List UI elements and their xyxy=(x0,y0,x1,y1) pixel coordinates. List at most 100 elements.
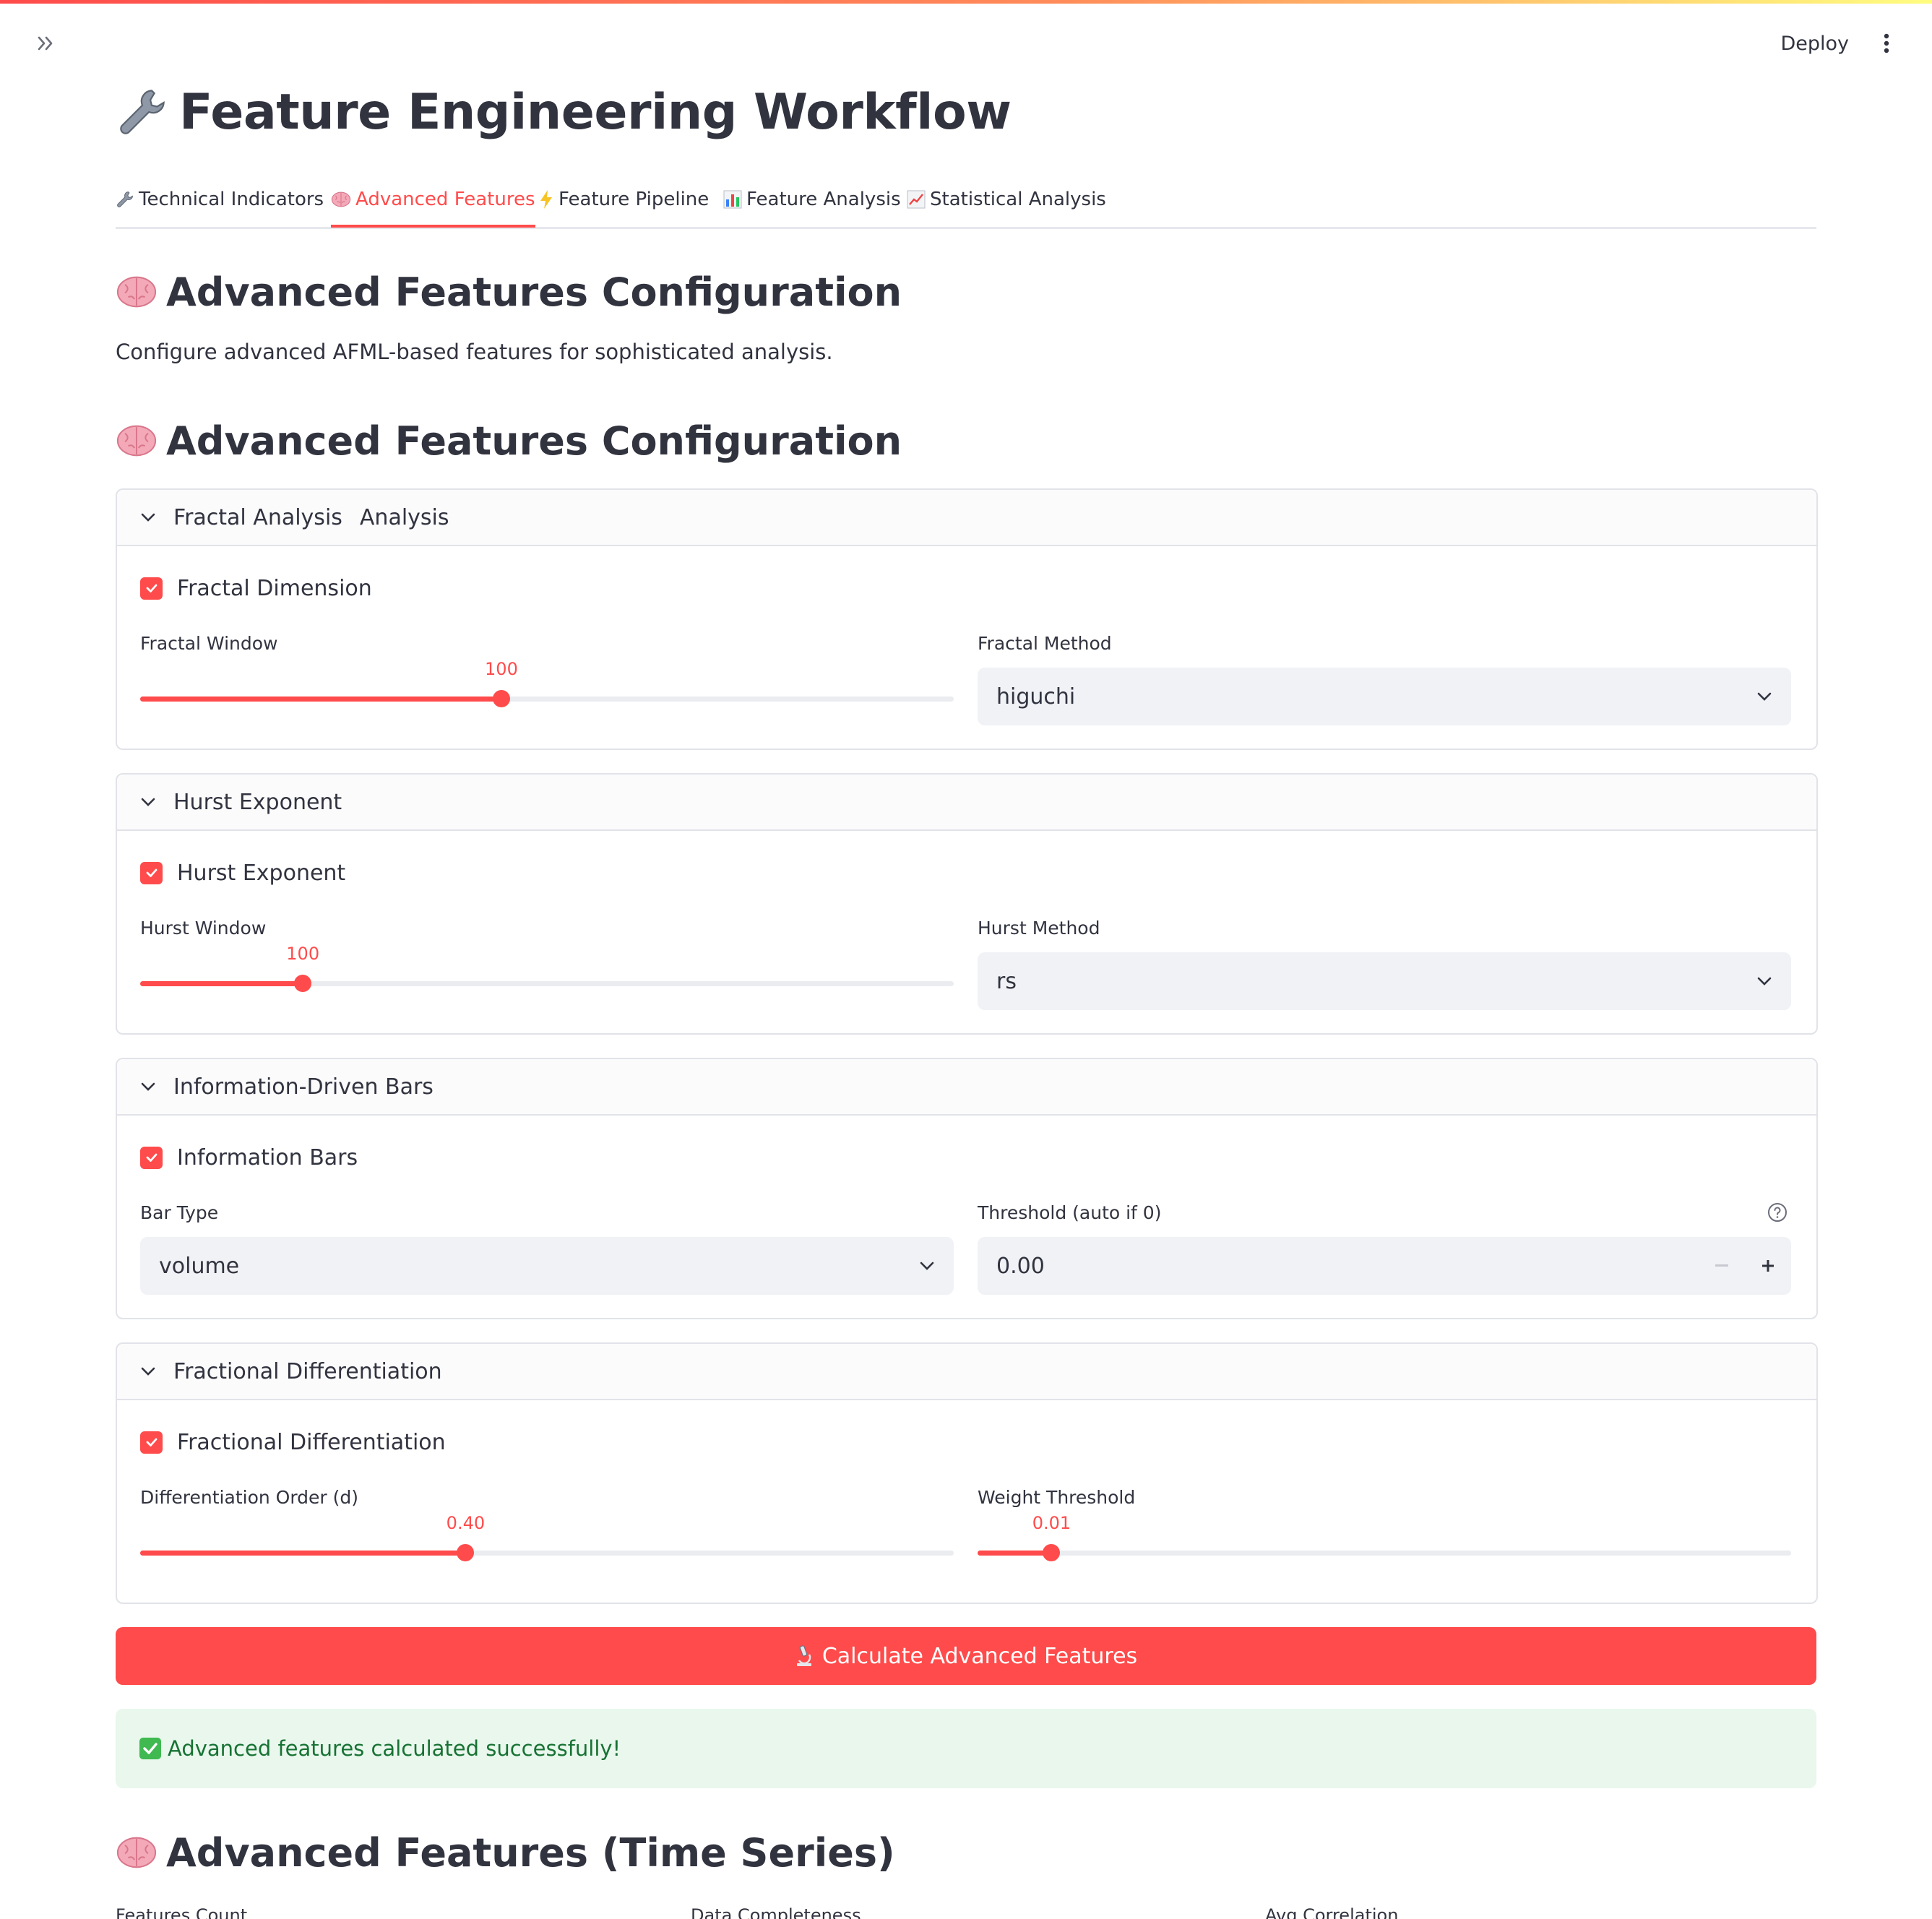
double-chevron-right-icon xyxy=(38,36,53,51)
section-heading: Advanced Features Configuration xyxy=(116,263,902,321)
bar-chart-icon xyxy=(723,190,742,209)
fractal-window-label: Fractal Window xyxy=(140,633,278,654)
expander-header[interactable]: Fractal Analysis Analysis xyxy=(117,490,1816,546)
chevron-down-icon xyxy=(141,798,155,806)
success-message: Advanced features calculated successfull… xyxy=(168,1736,621,1761)
increment-button[interactable] xyxy=(1745,1237,1791,1295)
button-label: Calculate Advanced Features xyxy=(821,1643,1138,1669)
brain-icon xyxy=(116,1837,157,1868)
hurst-method-label: Hurst Method xyxy=(978,918,1100,939)
wrench-icon xyxy=(117,191,133,207)
information-bars-checkbox[interactable]: Information Bars xyxy=(140,1143,358,1172)
checkbox-label: Hurst Exponent xyxy=(177,860,346,886)
slider-fill xyxy=(140,1551,466,1556)
fractal-method-label: Fractal Method xyxy=(978,633,1112,654)
check-mark-icon xyxy=(139,1738,161,1759)
slider-thumb[interactable] xyxy=(457,1544,475,1561)
chevron-down-icon xyxy=(1757,692,1772,701)
tab-label: Technical Indicators xyxy=(139,189,324,210)
hurst-window-slider[interactable]: 100 xyxy=(140,944,954,997)
expander-title: Information-Driven Bars xyxy=(173,1074,434,1100)
chart-up-icon xyxy=(907,190,926,209)
fractal-dimension-checkbox[interactable]: Fractal Dimension xyxy=(140,574,372,603)
expander-title: Fractional Differentiation xyxy=(173,1358,442,1384)
section-heading-text: Advanced Features Configuration xyxy=(166,269,902,315)
differentiation-order-slider[interactable]: 0.40 xyxy=(140,1513,954,1566)
microscope-icon xyxy=(796,1645,811,1666)
slider-track xyxy=(978,1551,1791,1556)
bar-type-label: Bar Type xyxy=(140,1202,219,1223)
slider-thumb[interactable] xyxy=(492,690,510,707)
slider-value: 0.01 xyxy=(1032,1513,1071,1533)
brain-icon xyxy=(116,276,157,308)
tab-bar: Technical Indicators Advanced Features F… xyxy=(116,173,1816,229)
hurst-exponent-checkbox[interactable]: Hurst Exponent xyxy=(140,858,345,887)
success-alert: Advanced features calculated successfull… xyxy=(116,1709,1816,1788)
decrement-button[interactable] xyxy=(1699,1237,1745,1295)
tab-technical-indicators[interactable]: Technical Indicators xyxy=(116,173,324,225)
deploy-button[interactable]: Deploy xyxy=(1780,29,1849,58)
tab-feature-analysis[interactable]: Feature Analysis xyxy=(723,173,901,225)
tab-feature-pipeline[interactable]: Feature Pipeline xyxy=(538,173,709,225)
tab-statistical-analysis[interactable]: Statistical Analysis xyxy=(907,173,1106,225)
main-menu-button[interactable] xyxy=(1876,29,1897,58)
information-bars-expander: Information-Driven Bars Information Bars… xyxy=(116,1058,1818,1319)
wrench-icon xyxy=(120,90,165,134)
tab-label: Feature Analysis xyxy=(746,189,901,210)
chevron-down-icon xyxy=(1757,977,1772,986)
checkbox-checked-icon xyxy=(140,1146,163,1169)
expander-header[interactable]: Hurst Exponent xyxy=(117,775,1816,831)
expander-title: Hurst Exponent xyxy=(173,789,342,815)
tab-advanced-features[interactable]: Advanced Features xyxy=(331,173,535,228)
checkbox-checked-icon xyxy=(140,577,163,600)
slider-thumb[interactable] xyxy=(1043,1544,1061,1561)
weight-threshold-label: Weight Threshold xyxy=(978,1487,1136,1508)
select-value: higuchi xyxy=(996,683,1076,710)
weight-threshold-slider[interactable]: 0.01 xyxy=(978,1513,1791,1566)
fractal-window-slider[interactable]: 100 xyxy=(140,659,954,712)
hurst-method-select[interactable]: rs xyxy=(978,952,1791,1010)
more-vertical-icon xyxy=(1884,33,1889,53)
fractional-differentiation-checkbox[interactable]: Fractional Differentiation xyxy=(140,1428,446,1457)
expander-title: Fractal Analysis xyxy=(173,504,342,530)
bar-type-select[interactable]: volume xyxy=(140,1237,954,1295)
config-heading: Advanced Features Configuration xyxy=(116,412,902,470)
tab-label: Advanced Features xyxy=(355,189,535,210)
checkbox-label: Fractal Dimension xyxy=(177,575,372,601)
section-description: Configure advanced AFML-based features f… xyxy=(116,340,833,364)
select-value: rs xyxy=(996,968,1017,994)
config-heading-text: Advanced Features Configuration xyxy=(166,418,902,464)
chevron-down-icon xyxy=(141,1082,155,1091)
differentiation-order-label: Differentiation Order (d) xyxy=(140,1487,359,1508)
fractal-method-select[interactable]: higuchi xyxy=(978,668,1791,725)
page-title-text: Feature Engineering Workflow xyxy=(179,83,1012,141)
help-icon[interactable] xyxy=(1767,1202,1787,1222)
slider-value: 100 xyxy=(485,659,518,679)
chevron-down-icon xyxy=(920,1262,934,1270)
brain-icon xyxy=(331,191,351,207)
checkbox-label: Fractional Differentiation xyxy=(177,1429,446,1455)
chevron-down-icon xyxy=(141,513,155,522)
fractal-analysis-expander: Fractal Analysis Analysis Fractal Dimens… xyxy=(116,488,1818,750)
fractional-differentiation-expander: Fractional Differentiation Fractional Di… xyxy=(116,1342,1818,1604)
expander-header[interactable]: Fractional Differentiation xyxy=(117,1344,1816,1400)
number-value[interactable]: 0.00 xyxy=(978,1254,1699,1279)
results-heading-text: Advanced Features (Time Series) xyxy=(166,1829,895,1876)
checkbox-label: Information Bars xyxy=(177,1144,358,1170)
header-decoration-bar xyxy=(0,0,1932,4)
tab-label: Feature Pipeline xyxy=(559,189,710,210)
threshold-number-input[interactable]: 0.00 xyxy=(978,1237,1791,1295)
metric-label-data-completeness: Data Completeness xyxy=(691,1905,861,1919)
slider-fill xyxy=(978,1551,1052,1556)
chevron-down-icon xyxy=(141,1367,155,1376)
sidebar-expand-button[interactable] xyxy=(32,29,61,58)
expander-header[interactable]: Information-Driven Bars xyxy=(117,1059,1816,1116)
calculate-advanced-features-button[interactable]: Calculate Advanced Features xyxy=(116,1627,1816,1685)
lightning-icon xyxy=(540,190,552,209)
minus-icon xyxy=(1715,1264,1728,1267)
hurst-exponent-expander: Hurst Exponent Hurst Exponent Hurst Wind… xyxy=(116,773,1818,1035)
metric-label-features-count: Features Count xyxy=(116,1905,248,1919)
slider-value: 0.40 xyxy=(446,1513,486,1533)
slider-fill xyxy=(140,981,303,986)
slider-thumb[interactable] xyxy=(294,975,312,992)
